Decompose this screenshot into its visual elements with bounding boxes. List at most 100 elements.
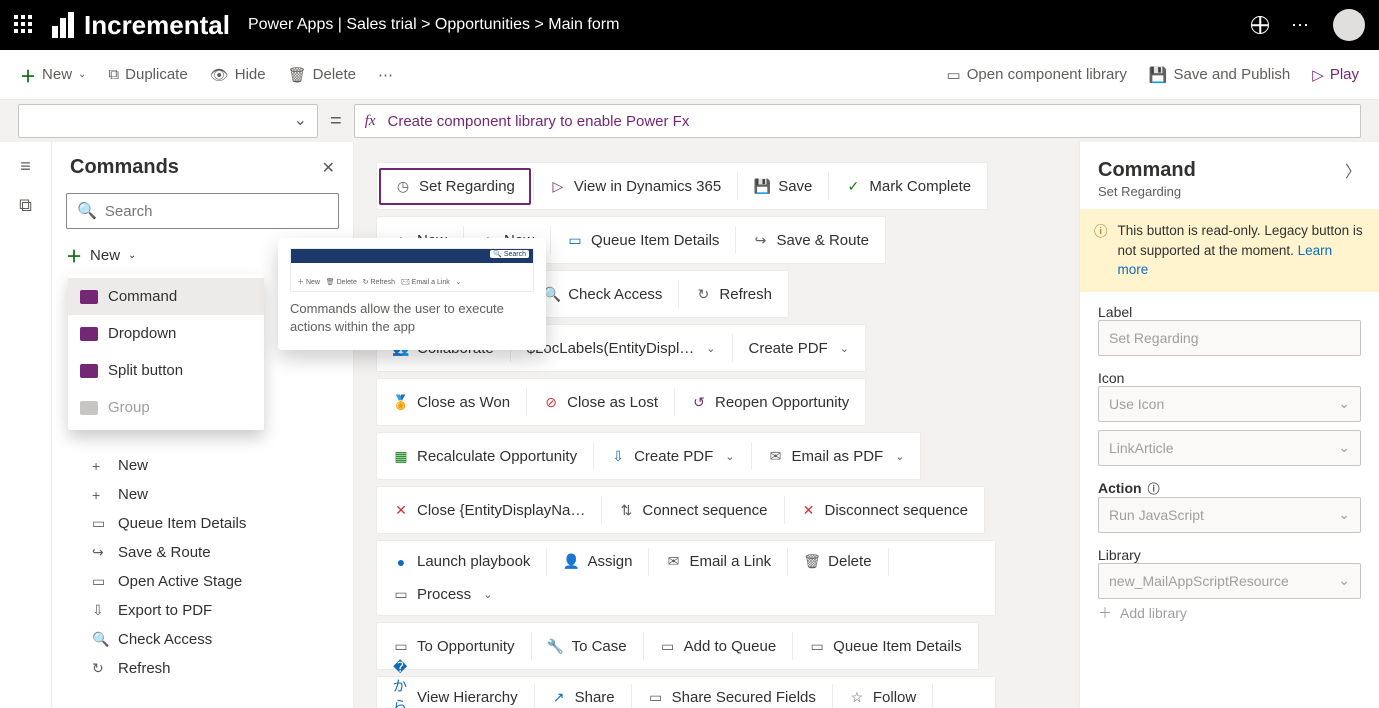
formula-input[interactable]: fx Create component library to enable Po…: [354, 104, 1361, 138]
command-icon: ☆: [849, 690, 865, 706]
canvas-command[interactable]: Create PDF⌄: [735, 332, 863, 365]
canvas-command[interactable]: ▭To Opportunity: [379, 630, 529, 663]
play-button[interactable]: ▷Play: [1312, 66, 1359, 84]
canvas-command[interactable]: �からみView Hierarchy: [379, 681, 532, 708]
canvas-command[interactable]: 👤Assign: [549, 545, 646, 578]
property-selector[interactable]: [18, 104, 318, 138]
canvas-command[interactable]: ▭Process⌄: [379, 578, 506, 611]
canvas-command[interactable]: ☆Follow: [835, 681, 930, 708]
canvas-command[interactable]: 💾Save: [740, 170, 826, 203]
popup-item-command[interactable]: Command: [68, 278, 264, 315]
divider: [533, 172, 534, 200]
item-icon: +: [92, 487, 108, 503]
divider: [784, 496, 785, 524]
breadcrumb: Power Apps | Sales trial > Opportunities…: [248, 16, 619, 34]
close-icon[interactable]: ✕: [322, 158, 335, 178]
chevron-down-icon: ⌄: [1338, 395, 1350, 412]
popup-item-split-button[interactable]: Split button: [68, 352, 264, 389]
canvas-command[interactable]: ✉Email as PDF⌄: [754, 440, 919, 473]
divider: [735, 226, 736, 254]
hamburger-icon[interactable]: ≡: [20, 156, 31, 177]
command-icon: 🔧: [548, 638, 564, 654]
canvas-command[interactable]: ▭Queue Item Details: [553, 224, 733, 257]
item-label: Save & Route: [118, 544, 211, 561]
app-launcher-icon[interactable]: [14, 15, 34, 35]
canvas-command[interactable]: ✕Disconnect sequence: [787, 494, 982, 527]
new-button[interactable]: ＋New⌄: [20, 63, 86, 87]
divider: [737, 172, 738, 200]
canvas-command[interactable]: ⇅Connect sequence: [604, 494, 781, 527]
tree-item[interactable]: +New: [62, 451, 353, 480]
command-label: Add to Queue: [684, 638, 777, 655]
tree-item[interactable]: ⇩Export to PDF: [62, 596, 353, 625]
canvas-command[interactable]: ▭ Add to Queue: [646, 630, 791, 663]
command-label: Close {EntityDisplayNa…: [417, 502, 585, 519]
divider: [531, 632, 532, 660]
search-input[interactable]: 🔍: [66, 193, 339, 229]
canvas-command[interactable]: 🏅Close as Won: [379, 386, 524, 419]
tree-item[interactable]: ▭Queue Item Details: [62, 509, 353, 538]
overflow-button[interactable]: ⋯: [378, 66, 393, 84]
avatar[interactable]: [1333, 9, 1365, 41]
command-label: To Opportunity: [417, 638, 515, 655]
library-field[interactable]: new_MailAppScriptResource⌄: [1098, 563, 1361, 599]
duplicate-button[interactable]: ⧉Duplicate: [108, 66, 187, 83]
canvas-command[interactable]: ▷View in Dynamics 365: [536, 170, 735, 203]
command-label: Save & Route: [776, 232, 869, 249]
chevron-down-icon: ⌄: [78, 69, 86, 80]
delete-button[interactable]: 🗑Delete: [288, 66, 356, 84]
action-field[interactable]: Run JavaScript⌄: [1098, 497, 1361, 533]
chevron-right-icon[interactable]: 〉: [1345, 158, 1361, 182]
canvas-command[interactable]: ↗Share: [537, 681, 629, 708]
play-icon: ▷: [1312, 66, 1324, 84]
canvas-command[interactable]: ✓Mark Complete: [831, 170, 985, 203]
canvas-command[interactable]: ●Launch playbook: [379, 545, 544, 578]
canvas-command[interactable]: ↺Reopen Opportunity: [677, 386, 863, 419]
popup-item-group: Group: [68, 389, 264, 426]
tree-item[interactable]: ↻Refresh: [62, 654, 353, 683]
more-icon[interactable]: ⋯: [1291, 15, 1311, 36]
canvas-command[interactable]: ▦Recalculate Opportunity: [379, 440, 591, 473]
canvas-command[interactable]: 🗑Delete: [790, 545, 885, 578]
tree-item[interactable]: +New: [62, 480, 353, 509]
tree-item[interactable]: 🔍Check Access: [62, 625, 353, 654]
tree-item[interactable]: ↪Save & Route: [62, 538, 353, 567]
canvas-command[interactable]: ▭Queue Item Details: [795, 630, 975, 663]
item-label: Open Active Stage: [118, 573, 242, 590]
canvas-command[interactable]: 🔧To Case: [534, 630, 641, 663]
command-label: Reopen Opportunity: [715, 394, 849, 411]
command-icon: 🗑: [804, 554, 820, 570]
tree-icon[interactable]: ⧉: [19, 195, 32, 216]
save-publish-button[interactable]: 💾Save and Publish: [1149, 66, 1290, 84]
canvas-command[interactable]: ↻Refresh: [681, 278, 786, 311]
canvas-command[interactable]: ⇩Create PDF⌄: [596, 440, 748, 473]
command-label: View Hierarchy: [417, 689, 518, 706]
divider: [888, 548, 889, 576]
hide-icon: 👁: [210, 66, 229, 84]
canvas-command[interactable]: ⊘Close as Lost: [529, 386, 672, 419]
canvas-command[interactable]: ✕Close {EntityDisplayNa…: [379, 494, 599, 527]
search-field[interactable]: [105, 203, 328, 220]
add-library-button[interactable]: ＋Add library: [1098, 599, 1361, 623]
command-label: Email a Link: [689, 553, 771, 570]
hide-button[interactable]: 👁Hide: [210, 66, 266, 84]
item-icon: ▭: [92, 573, 108, 590]
icon-name-field[interactable]: LinkArticle⌄: [1098, 430, 1361, 466]
command-label: Email as PDF: [792, 448, 884, 465]
canvas-command[interactable]: 🔍Check Access: [530, 278, 676, 311]
save-icon: 💾: [1149, 66, 1168, 84]
command-icon: ▭: [660, 638, 676, 654]
tree-item[interactable]: ▭ Open Active Stage: [62, 567, 353, 596]
canvas-command[interactable]: ◷Set Regarding: [379, 168, 531, 205]
plus-icon: ＋: [1098, 603, 1112, 623]
divider: [631, 684, 632, 708]
popup-item-dropdown[interactable]: Dropdown: [68, 315, 264, 352]
icon-label: Icon: [1098, 370, 1361, 386]
canvas-command[interactable]: ✉Email a Link: [651, 545, 785, 578]
canvas-command[interactable]: ▭Share Secured Fields: [634, 681, 830, 708]
canvas-command[interactable]: ↪Save & Route: [738, 224, 883, 257]
label-field[interactable]: Set Regarding: [1098, 320, 1361, 356]
open-component-library-button[interactable]: ▭Open component library: [947, 66, 1127, 84]
icon-type-field[interactable]: Use Icon⌄: [1098, 386, 1361, 422]
globe-icon[interactable]: [1251, 16, 1269, 34]
